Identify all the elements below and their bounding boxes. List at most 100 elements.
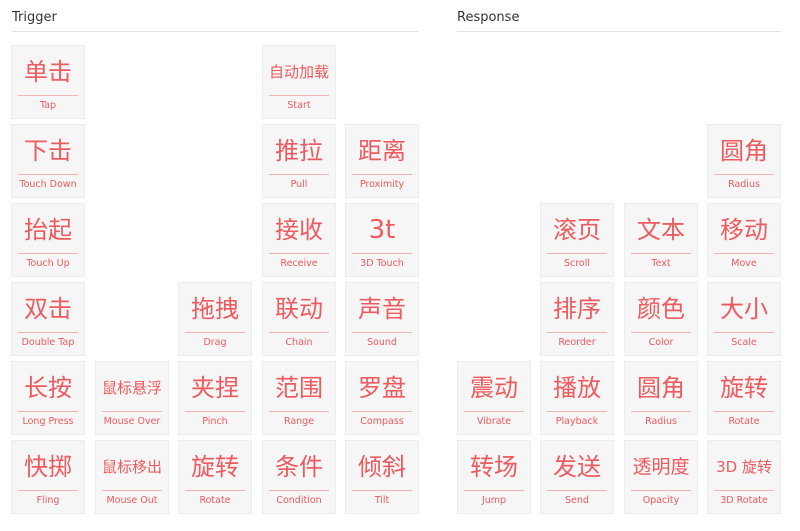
response-tile-text[interactable]: 文本 Text bbox=[625, 204, 697, 276]
response-tile-radius-2[interactable]: 圆角 Radius bbox=[625, 362, 697, 434]
tile-english-label: Color bbox=[648, 337, 674, 348]
tile-english-label: Rotate bbox=[199, 495, 231, 506]
tile-chinese-label: 接收 bbox=[275, 216, 323, 244]
response-tile-vibrate[interactable]: 震动 Vibrate bbox=[458, 362, 530, 434]
response-tile-radius[interactable]: 圆角 Radius bbox=[708, 125, 780, 197]
trigger-tile-fling[interactable]: 快掷 Fling bbox=[12, 441, 84, 513]
trigger-tile-3d-touch[interactable]: 3t 3D Touch bbox=[346, 204, 418, 276]
tile-chinese-label: 范围 bbox=[275, 374, 323, 402]
response-tile-rotate[interactable]: 旋转 Rotate bbox=[708, 362, 780, 434]
trigger-tile-touch-up[interactable]: 抬起 Touch Up bbox=[12, 204, 84, 276]
tile-chinese-label: 罗盘 bbox=[358, 374, 406, 402]
tile-chinese-label: 发送 bbox=[553, 453, 601, 481]
tile-divider bbox=[631, 332, 691, 333]
trigger-tile-double-tap[interactable]: 双击 Double Tap bbox=[12, 283, 84, 355]
tile-chinese-label: 快掷 bbox=[24, 453, 72, 481]
trigger-tile-receive[interactable]: 接收 Receive bbox=[263, 204, 335, 276]
tile-english-label: Range bbox=[283, 416, 315, 427]
tile-divider bbox=[18, 490, 78, 491]
tile-english-label: 3D Touch bbox=[360, 258, 404, 269]
response-tile-scale[interactable]: 大小 Scale bbox=[708, 283, 780, 355]
tile-divider bbox=[464, 411, 524, 412]
tile-divider bbox=[352, 174, 412, 175]
trigger-tile-start[interactable]: 自动加载 Start bbox=[263, 46, 335, 118]
tile-divider bbox=[18, 95, 78, 96]
response-tile-scroll[interactable]: 滚页 Scroll bbox=[541, 204, 613, 276]
trigger-tile-mouse-over[interactable]: 鼠标悬浮 Mouse Over bbox=[96, 362, 168, 434]
tile-english-label: Drag bbox=[203, 337, 227, 348]
tile-divider bbox=[102, 411, 162, 412]
tile-chinese-label: 条件 bbox=[275, 453, 323, 481]
response-tile-move[interactable]: 移动 Move bbox=[708, 204, 780, 276]
trigger-tile-pinch[interactable]: 夹捏 Pinch bbox=[179, 362, 251, 434]
trigger-tile-proximity[interactable]: 距离 Proximity bbox=[346, 125, 418, 197]
tile-chinese-label: 单击 bbox=[24, 58, 72, 86]
response-tile-3d-rotate[interactable]: 3D 旋转 3D Rotate bbox=[708, 441, 780, 513]
tile-english-label: Long Press bbox=[22, 416, 74, 427]
tile-chinese-label: 联动 bbox=[275, 295, 323, 323]
tile-divider bbox=[185, 490, 245, 491]
tile-english-label: Rotate bbox=[728, 416, 760, 427]
tile-chinese-label: 文本 bbox=[637, 216, 685, 244]
tile-english-label: Chain bbox=[285, 337, 313, 348]
tile-english-label: Touch Down bbox=[19, 179, 77, 190]
tile-chinese-label: 倾斜 bbox=[358, 453, 406, 481]
tile-chinese-label: 双击 bbox=[24, 295, 72, 323]
trigger-tile-rotate[interactable]: 旋转 Rotate bbox=[179, 441, 251, 513]
trigger-tile-mouse-out[interactable]: 鼠标移出 Mouse Out bbox=[96, 441, 168, 513]
tile-divider bbox=[352, 411, 412, 412]
tile-chinese-label: 拖拽 bbox=[191, 295, 239, 323]
trigger-tile-drag[interactable]: 拖拽 Drag bbox=[179, 283, 251, 355]
tile-chinese-label: 3t bbox=[368, 215, 396, 245]
tile-divider bbox=[269, 174, 329, 175]
tile-divider bbox=[714, 174, 774, 175]
tile-english-label: Condition bbox=[276, 495, 322, 506]
tile-english-label: Playback bbox=[555, 416, 599, 427]
response-section-title: Response bbox=[457, 10, 520, 25]
tile-divider bbox=[714, 411, 774, 412]
response-tile-color[interactable]: 颜色 Color bbox=[625, 283, 697, 355]
trigger-divider bbox=[12, 31, 419, 32]
tile-english-label: Compass bbox=[360, 416, 404, 427]
trigger-tile-sound[interactable]: 声音 Sound bbox=[346, 283, 418, 355]
response-tile-send[interactable]: 发送 Send bbox=[541, 441, 613, 513]
trigger-tile-long-press[interactable]: 长按 Long Press bbox=[12, 362, 84, 434]
trigger-tile-condition[interactable]: 条件 Condition bbox=[263, 441, 335, 513]
tile-chinese-label: 圆角 bbox=[637, 374, 685, 402]
response-tile-playback[interactable]: 播放 Playback bbox=[541, 362, 613, 434]
trigger-tile-tap[interactable]: 单击 Tap bbox=[12, 46, 84, 118]
response-tile-opacity[interactable]: 透明度 Opacity bbox=[625, 441, 697, 513]
response-tile-jump[interactable]: 转场 Jump bbox=[458, 441, 530, 513]
tile-chinese-label: 鼠标移出 bbox=[101, 458, 162, 476]
tile-chinese-label: 自动加载 bbox=[268, 63, 329, 81]
tile-divider bbox=[18, 174, 78, 175]
trigger-tile-range[interactable]: 范围 Range bbox=[263, 362, 335, 434]
tile-english-label: Scroll bbox=[563, 258, 591, 269]
tile-divider bbox=[714, 253, 774, 254]
tile-english-label: 3D Rotate bbox=[720, 495, 768, 506]
trigger-tile-touch-down[interactable]: 下击 Touch Down bbox=[12, 125, 84, 197]
tile-chinese-label: 震动 bbox=[470, 374, 518, 402]
tile-divider bbox=[464, 490, 524, 491]
tile-divider bbox=[269, 490, 329, 491]
tile-chinese-label: 播放 bbox=[553, 374, 601, 402]
tile-chinese-label: 旋转 bbox=[720, 374, 768, 402]
tile-divider bbox=[185, 332, 245, 333]
tile-chinese-label: 滚页 bbox=[553, 216, 601, 244]
tile-divider bbox=[269, 332, 329, 333]
tile-chinese-label: 旋转 bbox=[191, 453, 239, 481]
tile-english-label: Mouse Out bbox=[106, 495, 158, 506]
tile-english-label: Pinch bbox=[202, 416, 228, 427]
response-tile-reorder[interactable]: 排序 Reorder bbox=[541, 283, 613, 355]
trigger-tile-tilt[interactable]: 倾斜 Tilt bbox=[346, 441, 418, 513]
trigger-tile-compass[interactable]: 罗盘 Compass bbox=[346, 362, 418, 434]
tile-english-label: Radius bbox=[645, 416, 677, 427]
tile-divider bbox=[18, 332, 78, 333]
tile-divider bbox=[185, 411, 245, 412]
tile-english-label: Pull bbox=[290, 179, 308, 190]
trigger-section-title: Trigger bbox=[12, 10, 57, 25]
trigger-tile-chain[interactable]: 联动 Chain bbox=[263, 283, 335, 355]
trigger-tile-pull[interactable]: 推拉 Pull bbox=[263, 125, 335, 197]
tile-chinese-label: 鼠标悬浮 bbox=[101, 379, 162, 397]
tile-chinese-label: 下击 bbox=[24, 137, 72, 165]
